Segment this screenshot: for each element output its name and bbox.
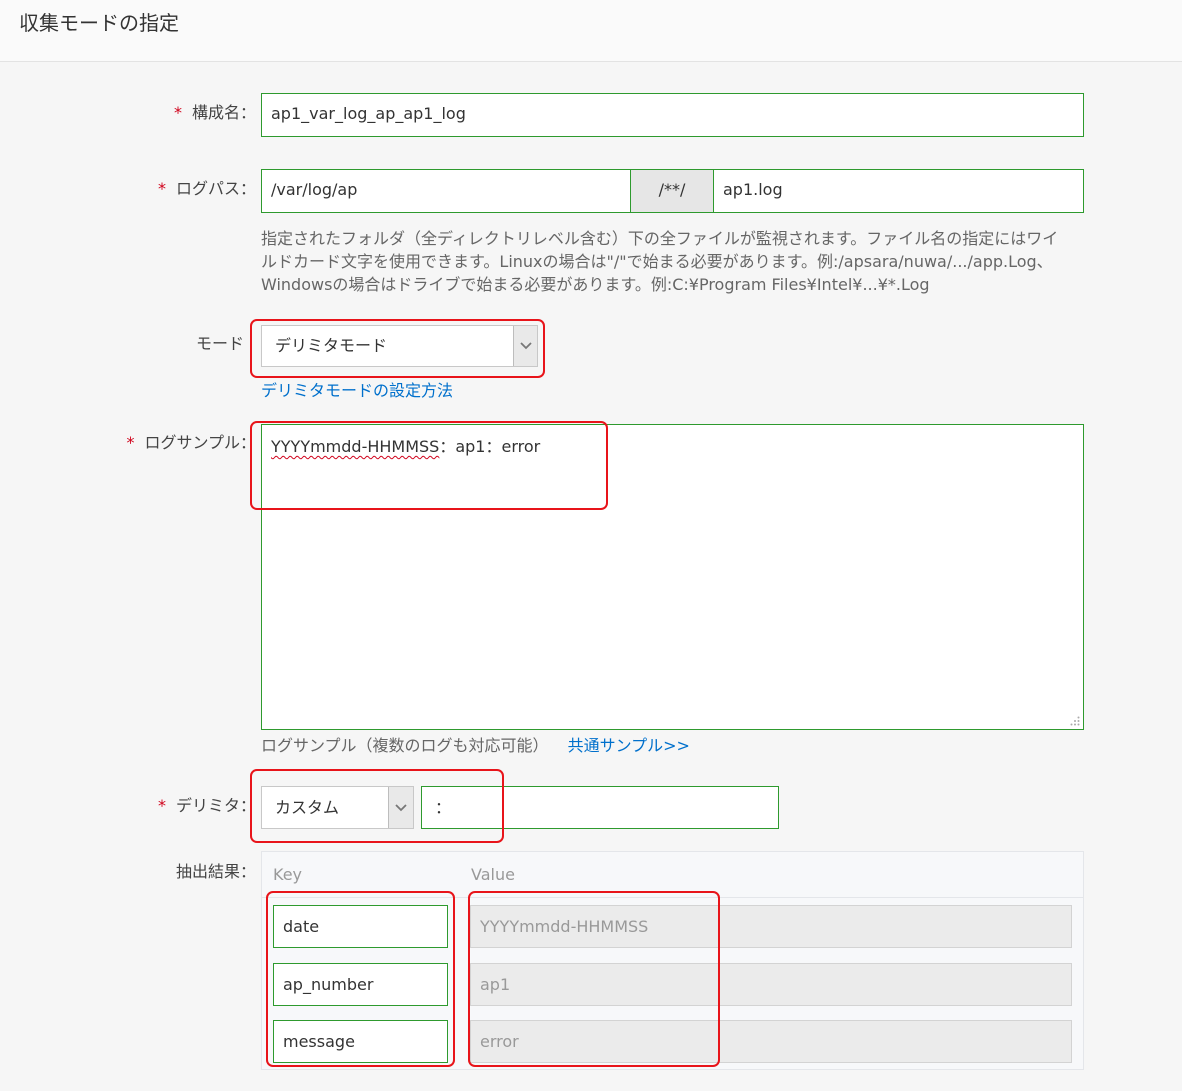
highlight-box-values bbox=[468, 891, 720, 1067]
extraction-result-label: 抽出結果： bbox=[175, 862, 256, 881]
log-sample-help: ログサンプル（複数のログも対応可能） 共通サンプル>> bbox=[261, 734, 690, 757]
key-column-header: Key bbox=[273, 865, 303, 884]
highlight-box-mode bbox=[250, 319, 545, 378]
help-line: 指定されたフォルダ（全ディレクトリレベル含む）下の全ファイルが監視されます。ファ… bbox=[261, 229, 1059, 248]
config-name-label-text: 構成名： bbox=[191, 103, 256, 122]
resize-grip-icon[interactable] bbox=[1070, 716, 1080, 726]
required-mark: * bbox=[157, 796, 166, 815]
log-path-help: 指定されたフォルダ（全ディレクトリレベル含む）下の全ファイルが監視されます。ファ… bbox=[261, 227, 1091, 296]
log-path-label: * ログパス： bbox=[158, 177, 256, 201]
mode-label: モード bbox=[195, 334, 244, 353]
help-line: ルドカード文字を使用できます。Linuxの場合は"/"で始まる必要があります。例… bbox=[261, 252, 1053, 271]
highlight-box-keys bbox=[266, 891, 455, 1067]
log-folder-input[interactable]: /var/log/ap bbox=[261, 169, 631, 213]
common-sample-link[interactable]: 共通サンプル>> bbox=[568, 736, 690, 755]
log-sample-label: * ログサンプル： bbox=[126, 431, 256, 455]
required-mark: * bbox=[157, 179, 166, 198]
delimiter-mode-help-link[interactable]: デリミタモードの設定方法 bbox=[261, 377, 453, 401]
config-name-label: * 構成名： bbox=[174, 101, 256, 125]
recursive-separator: /**/ bbox=[631, 169, 713, 213]
log-sample-help-text: ログサンプル（複数のログも対応可能） bbox=[261, 736, 549, 755]
highlight-box-log-sample bbox=[250, 421, 608, 510]
log-file-input[interactable]: ap1.log bbox=[713, 169, 1084, 213]
log-path-label-text: ログパス： bbox=[175, 179, 256, 198]
required-mark: * bbox=[126, 433, 135, 452]
required-mark: * bbox=[173, 103, 182, 122]
value-column-header: Value bbox=[471, 865, 515, 884]
help-line: Windowsの場合はドライブで始まる必要があります。例:C:¥Program … bbox=[261, 275, 930, 294]
log-sample-label-text: ログサンプル： bbox=[144, 433, 256, 452]
page-title: 収集モードの指定 bbox=[19, 11, 179, 35]
config-name-input[interactable]: ap1_var_log_ap_ap1_log bbox=[261, 93, 1084, 137]
delimiter-label: * デリミタ： bbox=[158, 794, 256, 818]
highlight-box-delimiter bbox=[250, 769, 504, 843]
delimiter-label-text: デリミタ： bbox=[175, 796, 256, 815]
